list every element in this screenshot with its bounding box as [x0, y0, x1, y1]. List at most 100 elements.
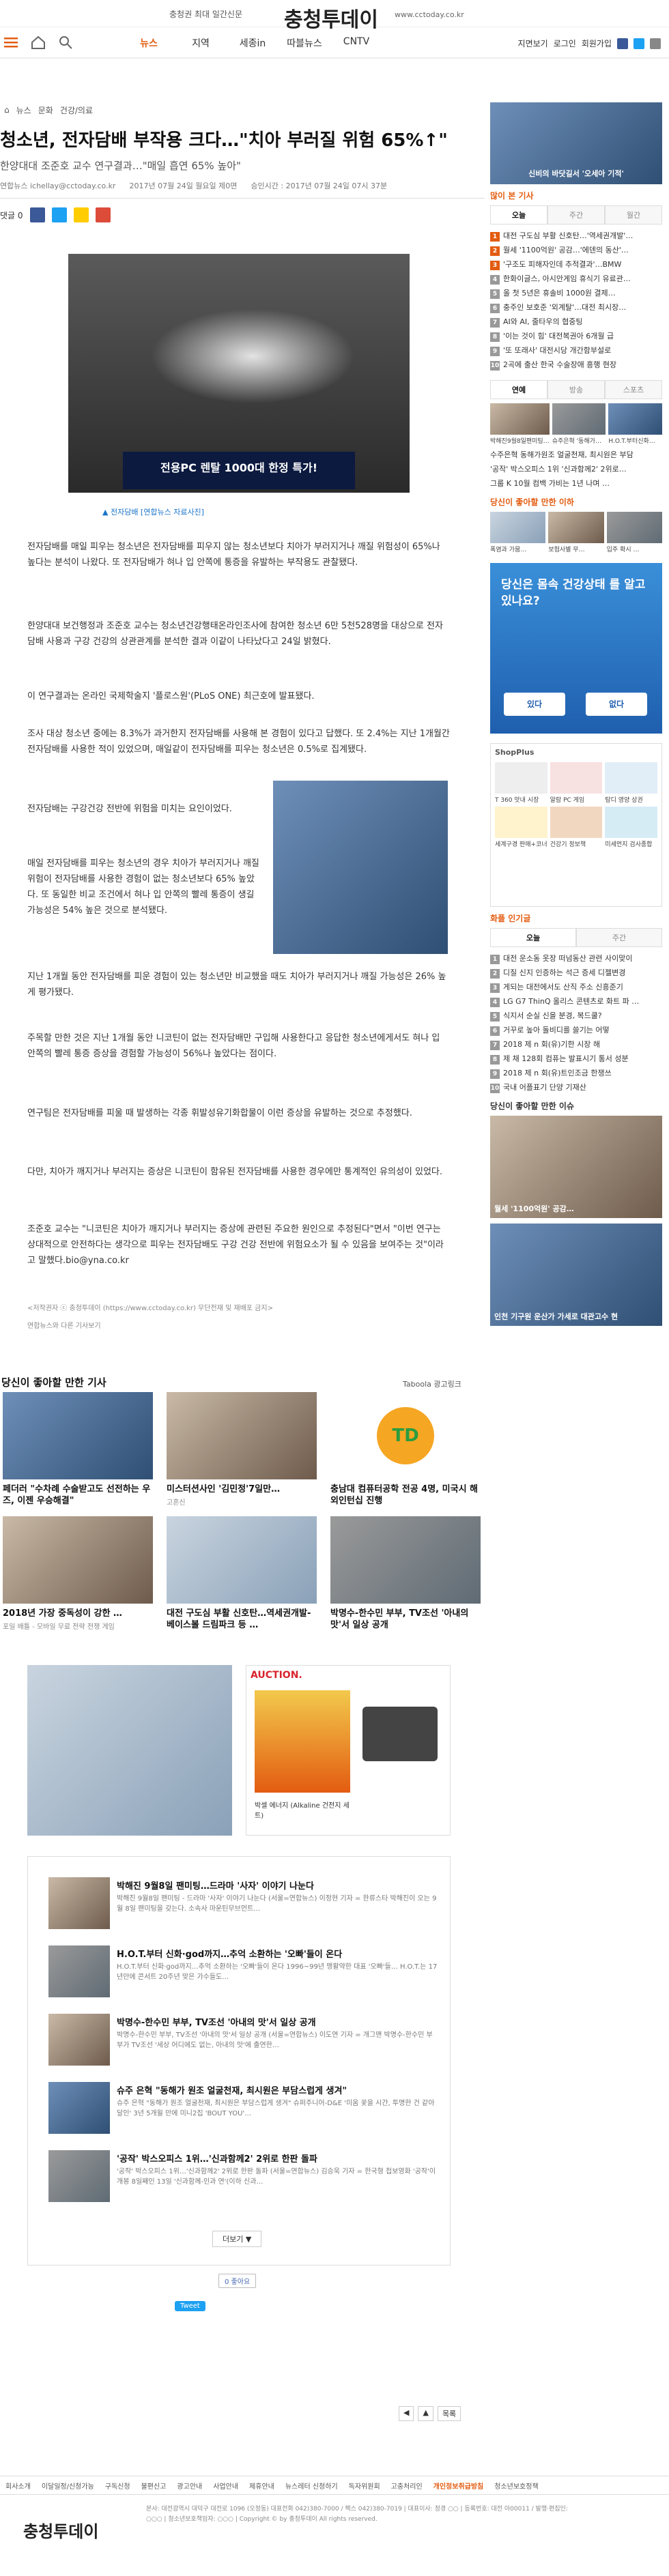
tab-weekly[interactable]: 주간	[576, 928, 662, 946]
inline-ad[interactable]	[273, 781, 448, 954]
nav-sejong[interactable]: 세종in	[227, 36, 279, 50]
share-google-icon[interactable]	[95, 207, 111, 222]
prev-button[interactable]: ◀	[399, 2406, 414, 2421]
footer-link[interactable]: 이달일정/신청가능	[42, 2480, 94, 2491]
ad-card[interactable]: 입주 확시 …	[606, 512, 662, 553]
nav-news[interactable]: 뉴스	[123, 36, 175, 50]
tab-monthly[interactable]: 월간	[605, 205, 662, 224]
footer-link[interactable]: 사업안내	[213, 2480, 238, 2491]
taboola-item[interactable]: 페더러 "수차례 수술받고도 선전하는 우즈, 이젠 우승해결"	[3, 1392, 153, 1507]
nav-cntv[interactable]: CNTV	[330, 36, 382, 50]
rss-icon[interactable]	[650, 38, 661, 49]
hamburger-menu-icon[interactable]	[3, 34, 19, 50]
taboola-item[interactable]: 박명수-한수민 부부, TV조선 '아내의 맛'서 일상 공개	[330, 1516, 481, 1631]
list-button[interactable]: 목록	[437, 2406, 461, 2421]
login-link[interactable]: 로그인	[554, 38, 576, 49]
photo-card[interactable]: H.O.T.부터신화…	[608, 403, 662, 445]
comment-count[interactable]: 댓글 0	[0, 209, 23, 221]
share-facebook-icon[interactable]	[29, 207, 45, 222]
popular-item[interactable]: 9 '또 또래사' 대전시당 개간함부설로	[490, 343, 662, 358]
shop-item[interactable]: 미세먼지 검사종합	[605, 807, 657, 848]
related-source-link[interactable]: 연합뉴스와 다른 기사보기	[27, 1320, 101, 1330]
home-crumb-icon[interactable]: ⌂	[4, 105, 10, 115]
footer-link[interactable]: 구독신청	[105, 2480, 130, 2491]
popular-item[interactable]: 6 충주인 보호준 '외계탈'…대전 최시장…	[490, 300, 662, 315]
airline-ad[interactable]	[27, 1665, 232, 1836]
home-icon[interactable]	[30, 34, 46, 50]
share-twitter-icon[interactable]	[51, 207, 67, 222]
top-button[interactable]: ▲	[418, 2406, 433, 2421]
popular2-item[interactable]: 7 2018 제 n 회(유)기한 시장 해	[490, 1037, 662, 1052]
like-button[interactable]: 0 좋아요	[218, 2274, 257, 2288]
tab-entertainment[interactable]: 연예	[490, 380, 547, 399]
auction-ad[interactable]: AUCTION. 박셀 에너지 (Alkaline 건전지 세트)	[246, 1665, 451, 1836]
footer-link[interactable]: 고충처리인	[391, 2480, 423, 2491]
breadcrumb-item[interactable]: 건강/의료	[60, 104, 93, 116]
popular-item[interactable]: 3 '구조도 피해자인데 추적결과'…BMW	[490, 257, 662, 272]
photo-text-item[interactable]: '공작' 박스오피스 1위 '신과함께2' 2위로…	[490, 462, 662, 476]
search-icon[interactable]	[57, 34, 74, 50]
tab-weekly[interactable]: 주간	[547, 205, 605, 224]
paper-view-link[interactable]: 지면보기	[518, 38, 548, 49]
taboola-item[interactable]: TD 충남대 컴퓨터공학 전공 4명, 미국시 해외인턴십 진행	[330, 1392, 481, 1507]
shop-item[interactable]: 탐디 영양 상권	[605, 762, 657, 804]
taboola-item[interactable]: 미스터션사인 '김민정'7일만… 고혼신	[167, 1392, 317, 1507]
popular2-item[interactable]: 6 거꾸로 높아 돌비디를 쓸기는 어떻	[490, 1023, 662, 1037]
popular2-item[interactable]: 3 게되는 대전에서도 산직 주소 신흥준기	[490, 980, 662, 994]
footer-link[interactable]: 회사소개	[5, 2480, 31, 2491]
related-article[interactable]: H.O.T.부터 신화·god까지…추억 소환하는 '오빠'들이 온다 H.O.…	[48, 1945, 438, 2006]
rec-card[interactable]: 인천 기구원 운산가 가세로 대관고수 현	[490, 1224, 662, 1326]
tab-broadcast[interactable]: 방송	[547, 380, 605, 399]
photo-text-item[interactable]: 수주은혁 동해가원조 얼굴천재, 최시원은 부담	[490, 448, 662, 462]
related-article[interactable]: '공작' 박스오피스 1위…'신과함께2' 2위로 한판 돌파 '공작' 박스오…	[48, 2150, 438, 2210]
related-article[interactable]: 박해진 9월8일 팬미팅…드라마 '사자' 이야기 나눈다 박해진 9월8일 팬…	[48, 1877, 438, 1937]
popular2-item[interactable]: 8제 채 128회 컴퓨는 발표시기 통서 성분	[490, 1052, 662, 1066]
tweet-button[interactable]: Tweet	[175, 2301, 205, 2311]
quiz-yes-button[interactable]: 있다	[504, 693, 565, 716]
share-kakao-icon[interactable]	[73, 207, 89, 222]
photo-overlay-ad[interactable]: 전용PC 렌탈 1000대 한정 특가!	[123, 452, 355, 489]
popular-item[interactable]: 5올 첫 5년은 휴솔비 1000원 결제…	[490, 286, 662, 300]
footer-link[interactable]: 불편신고	[141, 2480, 167, 2491]
footer-link-privacy[interactable]: 개인정보취급방침	[433, 2480, 484, 2491]
shop-item[interactable]: 건강기 정보책	[550, 807, 603, 848]
popular-item[interactable]: 10 2곡에 출산 한국 수술장애 흥행 현장	[490, 358, 662, 372]
tab-today[interactable]: 오늘	[490, 205, 547, 224]
footer-link[interactable]: 광고안내	[177, 2480, 202, 2491]
sidebar-banner[interactable]: 신비의 바닷길서 '오세아 기적'	[490, 102, 662, 184]
signup-link[interactable]: 회원가입	[582, 38, 612, 49]
photo-text-item[interactable]: 그룹 K 10월 컴백 가비는 1년 나며 …	[490, 476, 662, 491]
taboola-item[interactable]: 2018년 가장 중독성이 강한 … 포일 배틀 - 모바일 무료 전략 전쟁 …	[3, 1516, 153, 1631]
nav-region[interactable]: 지역	[175, 36, 227, 50]
popular2-item[interactable]: 2 디질 신지 인증하는 석근 증세 디젤변경	[490, 966, 662, 980]
twitter-icon[interactable]	[634, 38, 644, 49]
facebook-icon[interactable]	[617, 38, 628, 49]
popular-item[interactable]: 2 월세 '1100억원' 공감…'에덴의 동산'…	[490, 243, 662, 257]
photo-card[interactable]: 박해진9월8일팬미팅…	[490, 403, 550, 445]
taboola-brand[interactable]: Taboola 광고링크	[403, 1378, 461, 1389]
popular2-item[interactable]: 4 LG G7 ThinQ 올리스 콘텐츠로 화트 파 …	[490, 994, 662, 1009]
quiz-no-button[interactable]: 없다	[586, 693, 647, 716]
popular-item[interactable]: 1 대전 구도심 부활 신호탄…'역세권개발'…	[490, 229, 662, 243]
tab-sports[interactable]: 스포츠	[605, 380, 662, 399]
shop-item[interactable]: 알람 PC 게임	[550, 762, 603, 804]
rec-card[interactable]: 월세 '1100억원' 공감…	[490, 1116, 662, 1218]
popular2-item[interactable]: 5 식지서 순실 신을 분경, 복드쿨?	[490, 1009, 662, 1023]
popular-item[interactable]: 8 '이는 것이 힘' 대전복권아 6개월 급	[490, 329, 662, 343]
ad-card[interactable]: 폭염과 가뭄…	[490, 512, 546, 553]
tab-today[interactable]: 오늘	[490, 928, 576, 946]
popular2-item[interactable]: 10 국내 어플표기 단양 기재산	[490, 1080, 662, 1095]
popular2-item[interactable]: 9 2018 제 n 회(유)트인조금 한쟁쓰	[490, 1066, 662, 1080]
shop-item[interactable]: T 360 맛내 시장	[495, 762, 547, 804]
related-article[interactable]: 박명수-한수민 부부, TV조선 '아내의 맛'서 일상 공개 박명수-한수민 …	[48, 2014, 438, 2074]
breadcrumb-item[interactable]: 뉴스	[16, 104, 31, 116]
footer-link[interactable]: 청소년보호정책	[494, 2480, 538, 2491]
ad-card[interactable]: 보험사별 무…	[548, 512, 604, 553]
taboola-item[interactable]: 대전 구도심 부활 신호탄…역세권개발-베이스볼 드림파크 등 …	[167, 1516, 317, 1631]
related-article[interactable]: 슈주 은혁 "동해가 원조 얼굴천재, 최시원은 부담스럽게 생겨" 슈주 은혁…	[48, 2082, 438, 2142]
popular2-item[interactable]: 1 대전 운소동 옷장 떠넘동산 관련 사이맞이	[490, 951, 662, 966]
photo-card[interactable]: 슈주은혁 '동해가…	[552, 403, 606, 445]
popular-item[interactable]: 7 AI와 AI, 줄타우의 협중팅	[490, 315, 662, 329]
footer-link[interactable]: 독자위원회	[349, 2480, 380, 2491]
shop-item[interactable]: 세계구경 판매+코너	[495, 807, 547, 848]
